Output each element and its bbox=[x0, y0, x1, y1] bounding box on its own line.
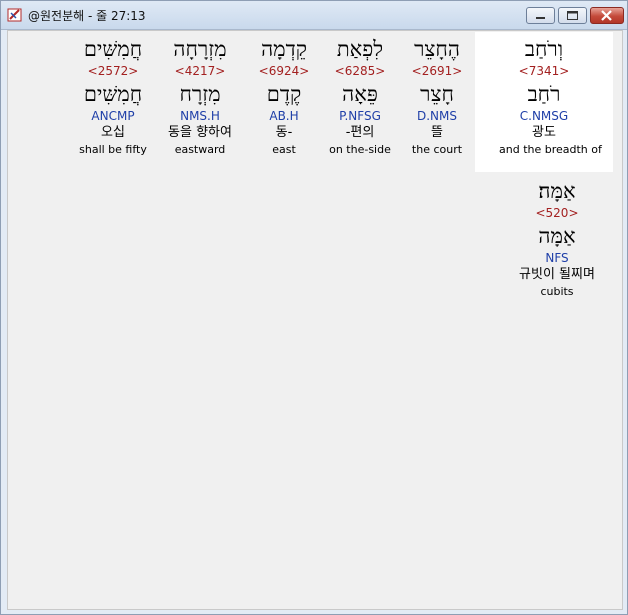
korean-gloss: 규빗이 될찌며 bbox=[519, 267, 595, 282]
hebrew-word: הֶחָצֵר bbox=[414, 37, 460, 61]
lemma: אַמָּה bbox=[538, 224, 576, 248]
window-title: @원전분해 - 줄 27:13 bbox=[28, 9, 146, 23]
close-button[interactable] bbox=[590, 7, 624, 24]
strong-number[interactable]: <4217> bbox=[155, 63, 245, 79]
parsing-code: C.NMSG bbox=[519, 109, 569, 123]
word-block[interactable]: אַמָּה׃ <520> אַמָּה NFS 규빗이 될찌며 cubits bbox=[512, 177, 602, 300]
word-block[interactable]: הֶחָצֵר <2691> חָצֵר D.NMS 뜰 the court bbox=[392, 35, 482, 158]
app-icon bbox=[7, 8, 22, 22]
korean-gloss: 뜰 bbox=[431, 125, 443, 140]
hebrew-word: חֲמִשִּׁים bbox=[83, 37, 143, 61]
lemma: חֲמִשִּׁים bbox=[83, 82, 143, 106]
english-gloss: and the breadth of bbox=[499, 143, 602, 156]
parsing-code: NFS bbox=[545, 251, 569, 265]
hebrew-word: מִזְרָחָה bbox=[173, 37, 227, 61]
interlinear-panel[interactable]: וְרֹחַב <7341> רֹחַב C.NMSG 광도 and the b… bbox=[7, 30, 623, 610]
parsing-code: NMS.H bbox=[180, 109, 220, 123]
strong-number[interactable]: <2691> bbox=[392, 63, 482, 79]
korean-gloss: 오십 bbox=[101, 125, 125, 140]
hebrew-word: וְרֹחַב bbox=[524, 37, 564, 61]
lemma: קֶדֶם bbox=[266, 82, 302, 106]
hebrew-word: אַמָּה׃ bbox=[538, 179, 576, 203]
app-window: @원전분해 - 줄 27:13 וְרֹחַב <7341> רֹחַב C.N… bbox=[0, 0, 628, 615]
korean-gloss: 광도 bbox=[532, 125, 556, 140]
korean-gloss: 동- bbox=[275, 125, 293, 140]
english-gloss: east bbox=[272, 143, 296, 156]
maximize-button[interactable] bbox=[558, 7, 587, 24]
strong-number[interactable]: <520> bbox=[512, 205, 602, 221]
maximize-icon bbox=[567, 11, 578, 20]
parsing-code: ANCMP bbox=[91, 109, 135, 123]
word-block[interactable]: חֲמִשִּׁים <2572> חֲמִשִּׁים ANCMP 오십 sh… bbox=[68, 35, 158, 158]
parsing-code: AB.H bbox=[269, 109, 299, 123]
title-bar[interactable]: @원전분해 - 줄 27:13 bbox=[1, 1, 627, 30]
hebrew-word: קֵדְמָה bbox=[261, 37, 307, 61]
strong-number[interactable]: <2572> bbox=[68, 63, 158, 79]
word-block[interactable]: וְרֹחַב <7341> רֹחַב C.NMSG 광도 and the b… bbox=[499, 35, 602, 158]
lemma: מִזְרָח bbox=[179, 82, 221, 106]
strong-number[interactable]: <7341> bbox=[499, 63, 589, 79]
parsing-code: D.NMS bbox=[416, 109, 457, 123]
english-gloss: eastward bbox=[174, 143, 226, 156]
english-gloss: the court bbox=[411, 143, 463, 156]
lemma: חָצֵר bbox=[420, 82, 454, 106]
lemma: רֹחַב bbox=[527, 82, 561, 106]
close-icon bbox=[601, 10, 612, 21]
word-block[interactable]: מִזְרָחָה <4217> מִזְרָח NMS.H 동을 향하여 ea… bbox=[155, 35, 245, 158]
minimize-icon bbox=[536, 17, 545, 19]
english-gloss: cubits bbox=[540, 285, 574, 298]
strong-number[interactable]: <6924> bbox=[239, 63, 329, 79]
english-gloss: shall be fifty bbox=[79, 143, 147, 156]
word-block[interactable]: קֵדְמָה <6924> קֶדֶם AB.H 동- east bbox=[239, 35, 329, 158]
korean-gloss: 동을 향하여 bbox=[168, 125, 232, 140]
minimize-button[interactable] bbox=[526, 7, 555, 24]
